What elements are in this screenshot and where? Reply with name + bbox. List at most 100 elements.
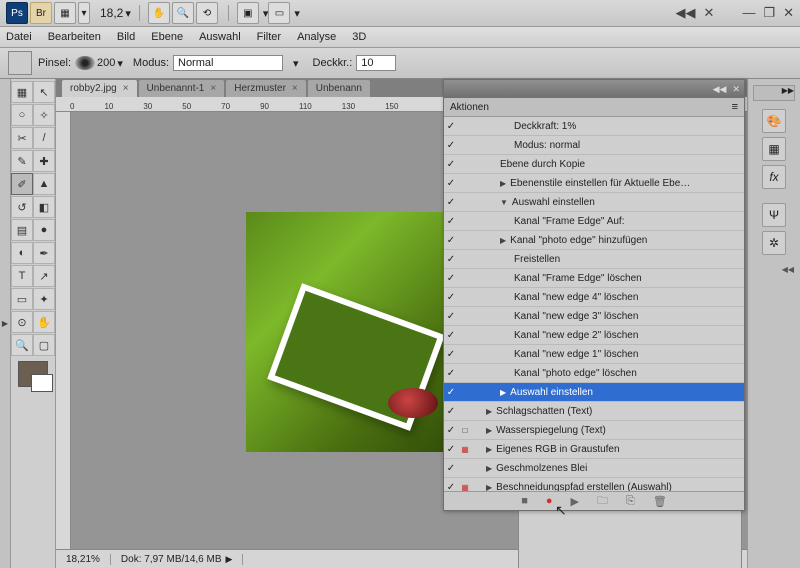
disclosure-icon[interactable]: ▶ <box>500 388 506 397</box>
action-row[interactable]: ✓▦▶Eigenes RGB in Graustufen <box>444 440 744 459</box>
toggle-checkbox[interactable]: ✓ <box>444 425 458 436</box>
action-row[interactable]: ✓▦▶Beschneidungspfad erstellen (Auswahl) <box>444 478 744 491</box>
rotate-view-icon[interactable]: ⟲ <box>196 2 218 24</box>
eraser-tool[interactable]: ◧ <box>33 196 55 218</box>
actions-tab[interactable]: Aktionen≡ <box>444 98 744 117</box>
dialog-toggle-icon[interactable]: ▦ <box>458 483 472 492</box>
menu-3d[interactable]: 3D <box>352 31 366 43</box>
hand-tool-icon[interactable]: ✋ <box>148 2 170 24</box>
tab-robby2[interactable]: robby2.jpg× <box>62 80 137 97</box>
action-row[interactable]: ✓Modus: normal <box>444 136 744 155</box>
window-maximize-icon[interactable]: ❐ <box>763 5 775 21</box>
opacity-field[interactable]: 10 <box>356 55 396 71</box>
3d-rotate-tool[interactable]: ⊙ <box>11 311 33 333</box>
tab-herzmuster[interactable]: Herzmuster× <box>226 80 306 97</box>
dodge-tool[interactable]: ◐ <box>11 242 33 264</box>
brush-size[interactable]: 200 <box>97 57 115 69</box>
brush-preview-icon[interactable] <box>75 56 95 70</box>
move-arrow-tool[interactable]: ↖ <box>33 81 55 103</box>
action-row[interactable]: ✓Ebene durch Kopie <box>444 155 744 174</box>
action-row[interactable]: ✓▶Geschmolzenes Blei <box>444 459 744 478</box>
toggle-checkbox[interactable]: ✓ <box>444 140 458 151</box>
action-row[interactable]: ✓Deckkraft: 1% <box>444 117 744 136</box>
toggle-checkbox[interactable]: ✓ <box>444 387 458 398</box>
panel-collapse-icon[interactable]: ◀◀ <box>713 84 727 95</box>
color-panel-icon[interactable]: 🎨 <box>762 109 786 133</box>
toggle-checkbox[interactable]: ✓ <box>444 216 458 227</box>
swatches-panel-icon[interactable]: ▦ <box>762 137 786 161</box>
menu-bild[interactable]: Bild <box>117 31 135 43</box>
action-row[interactable]: ✓Kanal "new edge 3" löschen <box>444 307 744 326</box>
slice-tool[interactable]: / <box>33 127 55 149</box>
zoom-dropdown-icon[interactable]: ▾ <box>125 7 131 20</box>
zoom-tool-tb[interactable]: 🔍 <box>11 334 33 356</box>
new-action-icon[interactable]: ⎘ <box>626 495 635 508</box>
disclosure-icon[interactable]: ▼ <box>500 198 508 207</box>
disclosure-icon[interactable]: ▶ <box>486 445 492 454</box>
toggle-checkbox[interactable]: ✓ <box>444 368 458 379</box>
panel-close-icon[interactable]: ✕ <box>704 5 715 21</box>
toggle-checkbox[interactable]: ✓ <box>444 159 458 170</box>
toggle-checkbox[interactable]: ✓ <box>444 292 458 303</box>
current-tool-icon[interactable] <box>8 51 32 75</box>
disclosure-icon[interactable]: ▶ <box>486 426 492 435</box>
3d-tool[interactable]: ✦ <box>33 288 55 310</box>
brush-dropdown-icon[interactable]: ▾ <box>117 57 123 70</box>
toggle-checkbox[interactable]: ✓ <box>444 311 458 322</box>
history-dropdown-icon[interactable]: ▾ <box>78 2 90 24</box>
action-row[interactable]: ✓Kanal "photo edge" löschen <box>444 364 744 383</box>
pen-tool[interactable]: ✒ <box>33 242 55 264</box>
dock-expand-icon-2[interactable]: ◀◀ <box>754 265 794 275</box>
menu-datei[interactable]: Datei <box>6 31 32 43</box>
menu-filter[interactable]: Filter <box>257 31 281 43</box>
menu-auswahl[interactable]: Auswahl <box>199 31 241 43</box>
zoom-display[interactable]: 18,2 <box>100 6 123 20</box>
disclosure-icon[interactable]: ▶ <box>486 483 492 492</box>
actions-panel-header[interactable]: ◀◀ ✕ <box>444 80 744 98</box>
action-row[interactable]: ✓Kanal "new edge 1" löschen <box>444 345 744 364</box>
action-row[interactable]: ✓□▶Wasserspiegelung (Text) <box>444 421 744 440</box>
action-row[interactable]: ✓▼Auswahl einstellen <box>444 193 744 212</box>
path-tool[interactable]: ↗ <box>33 265 55 287</box>
status-doc[interactable]: Dok: 7,97 MB/14,6 MB▶ <box>111 554 244 565</box>
screen-dropdown-icon[interactable]: ▾ <box>294 7 300 20</box>
toggle-checkbox[interactable]: ✓ <box>444 463 458 474</box>
dialog-toggle-icon[interactable]: ▦ <box>458 445 472 454</box>
panel-menu-icon[interactable]: ≡ <box>732 101 738 113</box>
color-swatches[interactable] <box>18 361 48 387</box>
toggle-checkbox[interactable]: ✓ <box>444 349 458 360</box>
disclosure-icon[interactable]: ▶ <box>486 407 492 416</box>
menu-analyse[interactable]: Analyse <box>297 31 336 43</box>
type-tool[interactable]: T <box>11 265 33 287</box>
delete-icon[interactable]: 🗑 <box>653 495 667 508</box>
toggle-checkbox[interactable]: ✓ <box>444 178 458 189</box>
panel-close-icon[interactable]: ✕ <box>732 84 740 95</box>
toggle-checkbox[interactable]: ✓ <box>444 482 458 492</box>
clone-panel-icon[interactable]: ✲ <box>762 231 786 255</box>
dialog-toggle-icon[interactable]: □ <box>458 426 472 435</box>
action-row[interactable]: ✓▶Kanal "photo edge" hinzufügen <box>444 231 744 250</box>
app-icon-bridge[interactable]: Br <box>30 2 52 24</box>
close-icon[interactable]: × <box>123 83 129 94</box>
view-extras-icon[interactable]: ▦ <box>54 2 76 24</box>
status-zoom[interactable]: 18,21% <box>56 554 111 565</box>
toggle-checkbox[interactable]: ✓ <box>444 406 458 417</box>
actions-list[interactable]: ✓Deckkraft: 1%✓Modus: normal✓Ebene durch… <box>444 117 744 491</box>
menu-bearbeiten[interactable]: Bearbeiten <box>48 31 101 43</box>
action-row[interactable]: ✓Kanal "Frame Edge" Auf: <box>444 212 744 231</box>
action-row[interactable]: ✓▶Schlagschatten (Text) <box>444 402 744 421</box>
history-brush-tool[interactable]: ↺ <box>11 196 33 218</box>
blur-tool[interactable]: ● <box>33 219 55 241</box>
styles-panel-icon[interactable]: fx <box>762 165 786 189</box>
toolbox-collapse-icon[interactable]: ▶ <box>0 79 11 568</box>
tab-unbenannt1[interactable]: Unbenannt-1× <box>139 80 225 97</box>
stop-icon[interactable]: ■ <box>521 495 528 507</box>
toggle-checkbox[interactable]: ✓ <box>444 254 458 265</box>
window-minimize-icon[interactable]: — <box>742 5 755 21</box>
notes-tool[interactable]: ▢ <box>33 334 55 356</box>
toggle-checkbox[interactable]: ✓ <box>444 444 458 455</box>
heal-tool[interactable]: ✚ <box>33 150 55 172</box>
menu-ebene[interactable]: Ebene <box>151 31 183 43</box>
brush-tool[interactable]: ✐ <box>11 173 33 195</box>
stamp-tool[interactable]: ▲ <box>33 173 55 195</box>
